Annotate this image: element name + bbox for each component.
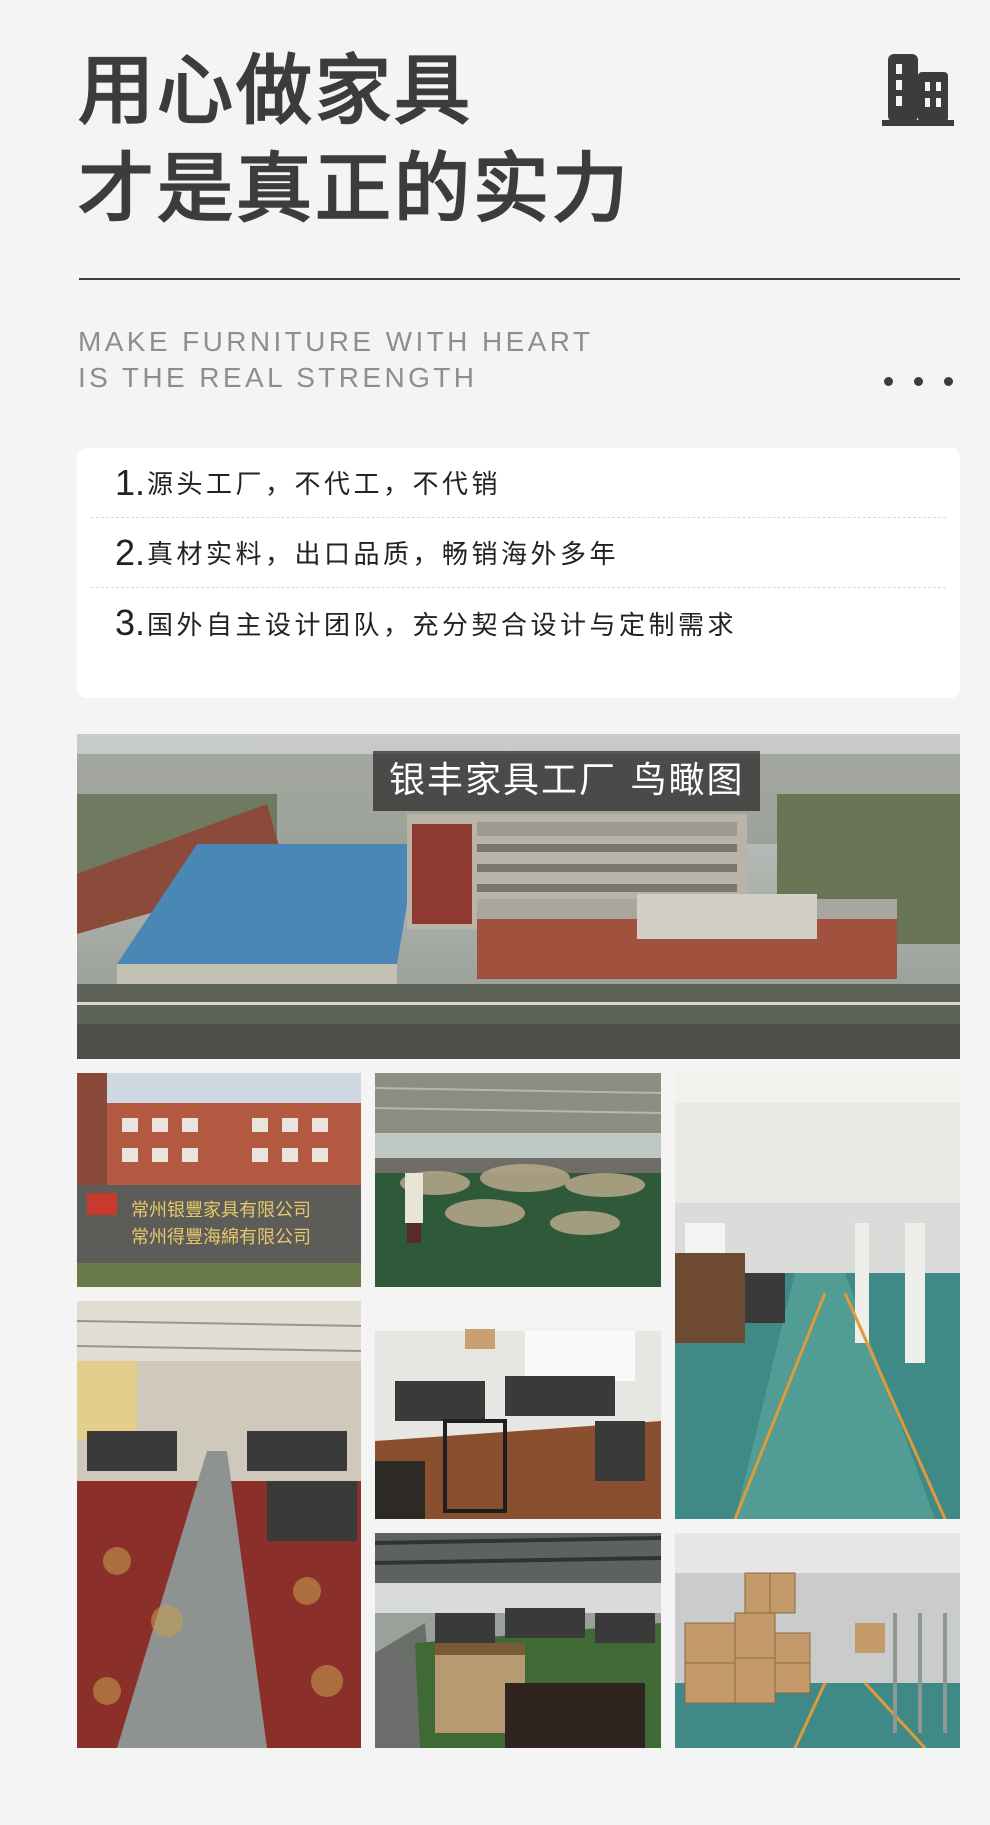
production-aisle-photo (77, 1301, 361, 1748)
page-title: 用心做家具 才是真正的实力 (78, 42, 631, 238)
factory-aerial-photo: 银丰家具工厂 鸟瞰图 (77, 734, 960, 1059)
feature-number: 2. (115, 531, 146, 573)
features-card: 1. 源头工厂，不代工，不代销 2. 真材实料，出口品质，畅销海外多年 3. 国… (77, 448, 960, 698)
feature-item: 2. 真材实料，出口品质，畅销海外多年 (91, 518, 946, 588)
company-sign-photo: 常州银豐家具有限公司 常州得豐海綿有限公司 (77, 1073, 361, 1287)
sign-line-1: 常州银豐家具有限公司 (131, 1200, 311, 1221)
title-divider (79, 278, 960, 280)
english-subtitle: MAKE FURNITURE WITH HEART IS THE REAL ST… (78, 324, 593, 396)
feature-text: 国外自主设计团队，充分契合设计与定制需求 (147, 610, 738, 641)
feature-text: 源头工厂，不代工，不代销 (147, 470, 502, 500)
feature-item: 3. 国外自主设计团队，充分契合设计与定制需求 (91, 588, 946, 658)
office-photo (375, 1301, 661, 1519)
subtitle-line-1: MAKE FURNITURE WITH HEART (78, 326, 594, 357)
title-line-2: 才是真正的实力 (78, 144, 631, 233)
warehouse-corridor-photo (675, 1073, 960, 1519)
feature-text: 真材实料，出口品质，畅销海外多年 (147, 540, 620, 570)
sign-line-2: 常州得豐海綿有限公司 (131, 1227, 311, 1248)
title-line-1: 用心做家具 (78, 46, 473, 135)
feature-number: 3. (115, 602, 146, 643)
building-icon (882, 54, 954, 126)
feature-item: 1. 源头工厂，不代工，不代销 (91, 448, 946, 518)
aerial-caption: 银丰家具工厂 鸟瞰图 (373, 751, 761, 811)
feature-number: 1. (115, 461, 146, 503)
workshop-photo (375, 1073, 661, 1287)
packing-warehouse-photo (675, 1533, 960, 1748)
ellipsis-dots (884, 377, 953, 386)
showroom-photo (375, 1533, 661, 1748)
subtitle-line-2: IS THE REAL STRENGTH (78, 362, 478, 393)
